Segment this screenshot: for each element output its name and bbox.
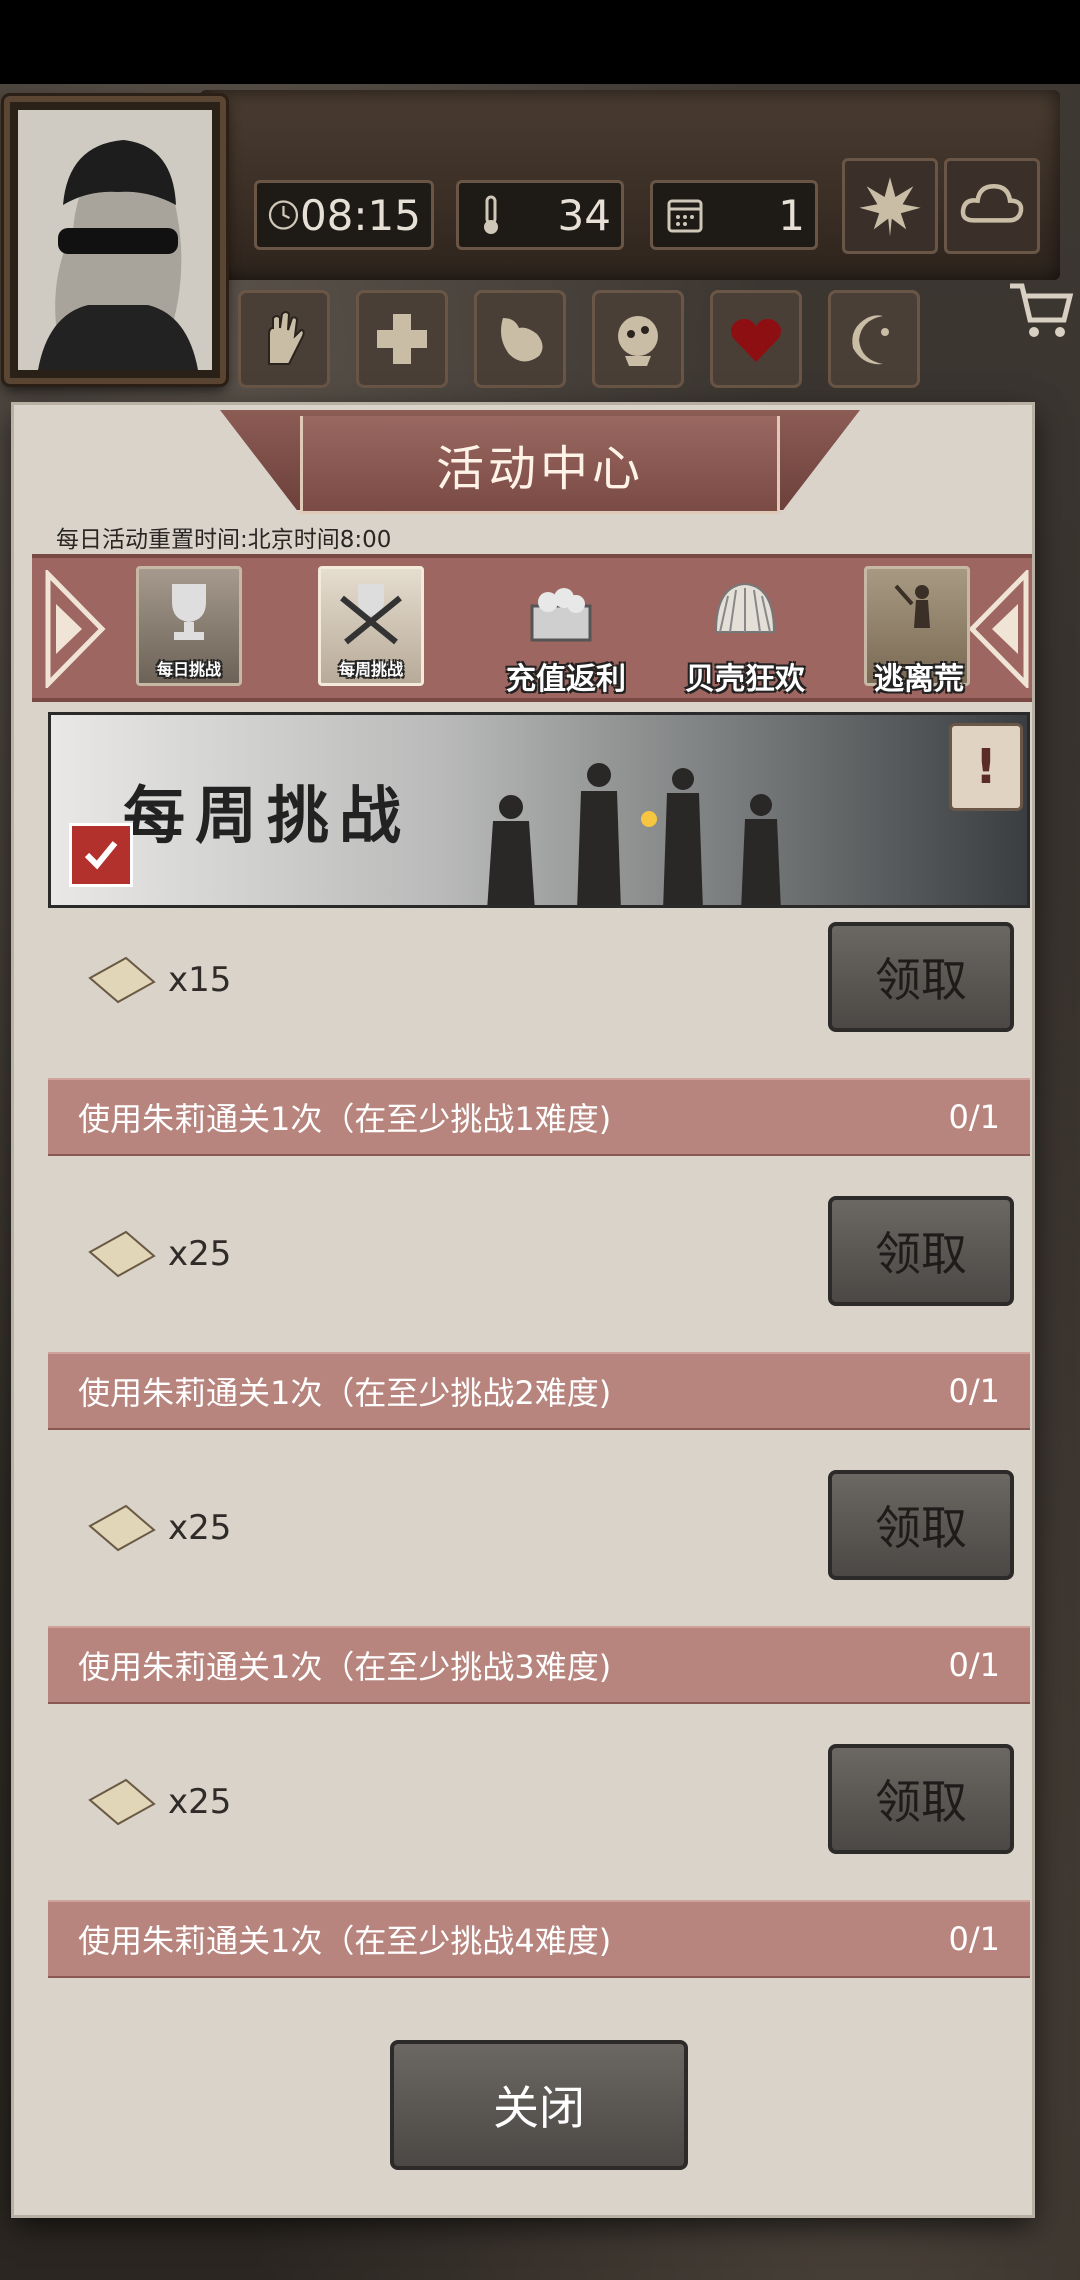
reward-count: x15 [168, 960, 232, 1000]
paper-ticket-icon [88, 1230, 156, 1278]
claim-label: 领取 [875, 953, 967, 1007]
survivors-illustration [487, 763, 781, 905]
task-requirement-bar: 使用朱莉通关1次（在至少挑战4难度) 0/1 [48, 1900, 1030, 1978]
claim-button[interactable]: 领取 [828, 1470, 1014, 1580]
claim-label: 领取 [875, 1775, 967, 1829]
requirement-text: 使用朱莉通关1次（在至少挑战3难度) [78, 1648, 612, 1686]
info-symbol: ! [975, 739, 997, 795]
close-button[interactable]: 关闭 [390, 2040, 688, 2170]
claim-label: 领取 [875, 1227, 967, 1281]
cloud-icon[interactable] [944, 158, 1040, 254]
stomach-icon[interactable] [474, 290, 566, 388]
crossed-weapons-icon [340, 584, 402, 645]
progress-text: 0/1 [948, 1098, 1001, 1136]
paper-ticket-icon [88, 956, 156, 1004]
progress-text: 0/1 [948, 1646, 1001, 1684]
survivor-icon [894, 584, 930, 628]
reward-item: x25 [86, 1774, 231, 1830]
avatar-portrait [18, 110, 212, 370]
treasure-chest-icon [530, 588, 592, 642]
tab-shell-carnival[interactable]: 贝壳狂欢 [680, 566, 810, 697]
panel-title: 活动中心 [300, 416, 780, 514]
requirement-text: 使用朱莉通关1次（在至少挑战2难度) [78, 1374, 612, 1412]
claim-label: 领取 [875, 1501, 967, 1555]
reward-count: x25 [168, 1508, 232, 1548]
calendar-icon [667, 199, 703, 233]
paper-ticket-icon [88, 1504, 156, 1552]
tab-label: 逃离荒 [874, 662, 964, 697]
task-requirement-bar: 使用朱莉通关1次（在至少挑战2难度) 0/1 [48, 1352, 1030, 1430]
temperature-display: 34 [456, 180, 624, 250]
cart-icon[interactable] [1006, 276, 1076, 346]
day-value: 1 [778, 190, 805, 240]
moon-icon[interactable] [828, 290, 920, 388]
requirement-text: 使用朱莉通关1次（在至少挑战4难度) [78, 1922, 612, 1960]
reward-count: x25 [168, 1782, 232, 1822]
leaf-icon[interactable] [842, 158, 938, 254]
heart-icon[interactable] [710, 290, 802, 388]
tab-next-arrow[interactable] [964, 570, 1034, 688]
banner-checkbox[interactable] [69, 823, 133, 887]
trophy-icon [172, 584, 206, 640]
tab-label: 充值返利 [506, 662, 626, 697]
info-button[interactable]: ! [949, 723, 1023, 811]
close-label: 关闭 [493, 2081, 585, 2135]
reward-item: x25 [86, 1226, 231, 1282]
tab-label: 每日挑战 [156, 660, 221, 679]
time-value: 08:15 [299, 190, 421, 240]
tab-daily-challenge[interactable]: 每日挑战 [136, 566, 242, 696]
reset-notice: 每日活动重置时间:北京时间8:00 [56, 527, 392, 553]
tab-prev-arrow[interactable] [40, 570, 110, 688]
day-display: 1 [650, 180, 818, 250]
time-display: 08:15 [254, 180, 434, 250]
claim-button[interactable]: 领取 [828, 1196, 1014, 1306]
thermometer-icon [484, 195, 498, 234]
tab-weekly-challenge[interactable]: 每周挑战 [318, 566, 424, 696]
avatar[interactable] [4, 96, 226, 384]
shell-icon [714, 582, 776, 633]
progress-text: 0/1 [948, 1920, 1001, 1958]
reward-count: x25 [168, 1234, 232, 1274]
weekly-challenge-banner: 每周挑战 ! [48, 712, 1030, 908]
task-requirement-bar: 使用朱莉通关1次（在至少挑战1难度) 0/1 [48, 1078, 1030, 1156]
tab-label: 贝壳狂欢 [685, 662, 805, 697]
status-bar [0, 0, 1080, 84]
reward-item: x15 [86, 952, 231, 1008]
medical-cross-icon[interactable] [356, 290, 448, 388]
reward-item: x25 [86, 1500, 231, 1556]
temperature-value: 34 [557, 190, 611, 240]
claim-button[interactable]: 领取 [828, 1744, 1014, 1854]
tab-recharge-rebate[interactable]: 充值返利 [496, 566, 636, 697]
task-requirement-bar: 使用朱莉通关1次（在至少挑战3难度) 0/1 [48, 1626, 1030, 1704]
checkmark-icon [84, 841, 118, 870]
hand-icon[interactable] [238, 290, 330, 388]
tab-label: 每周挑战 [338, 660, 403, 679]
claim-button[interactable]: 领取 [828, 922, 1014, 1032]
progress-text: 0/1 [948, 1372, 1001, 1410]
clock-icon [268, 200, 299, 230]
tab-escape[interactable]: 逃离荒 [864, 566, 974, 697]
requirement-text: 使用朱莉通关1次（在至少挑战1难度) [78, 1100, 612, 1138]
brain-icon[interactable] [592, 290, 684, 388]
banner-title: 每周挑战 [123, 779, 412, 852]
paper-ticket-icon [88, 1778, 156, 1826]
